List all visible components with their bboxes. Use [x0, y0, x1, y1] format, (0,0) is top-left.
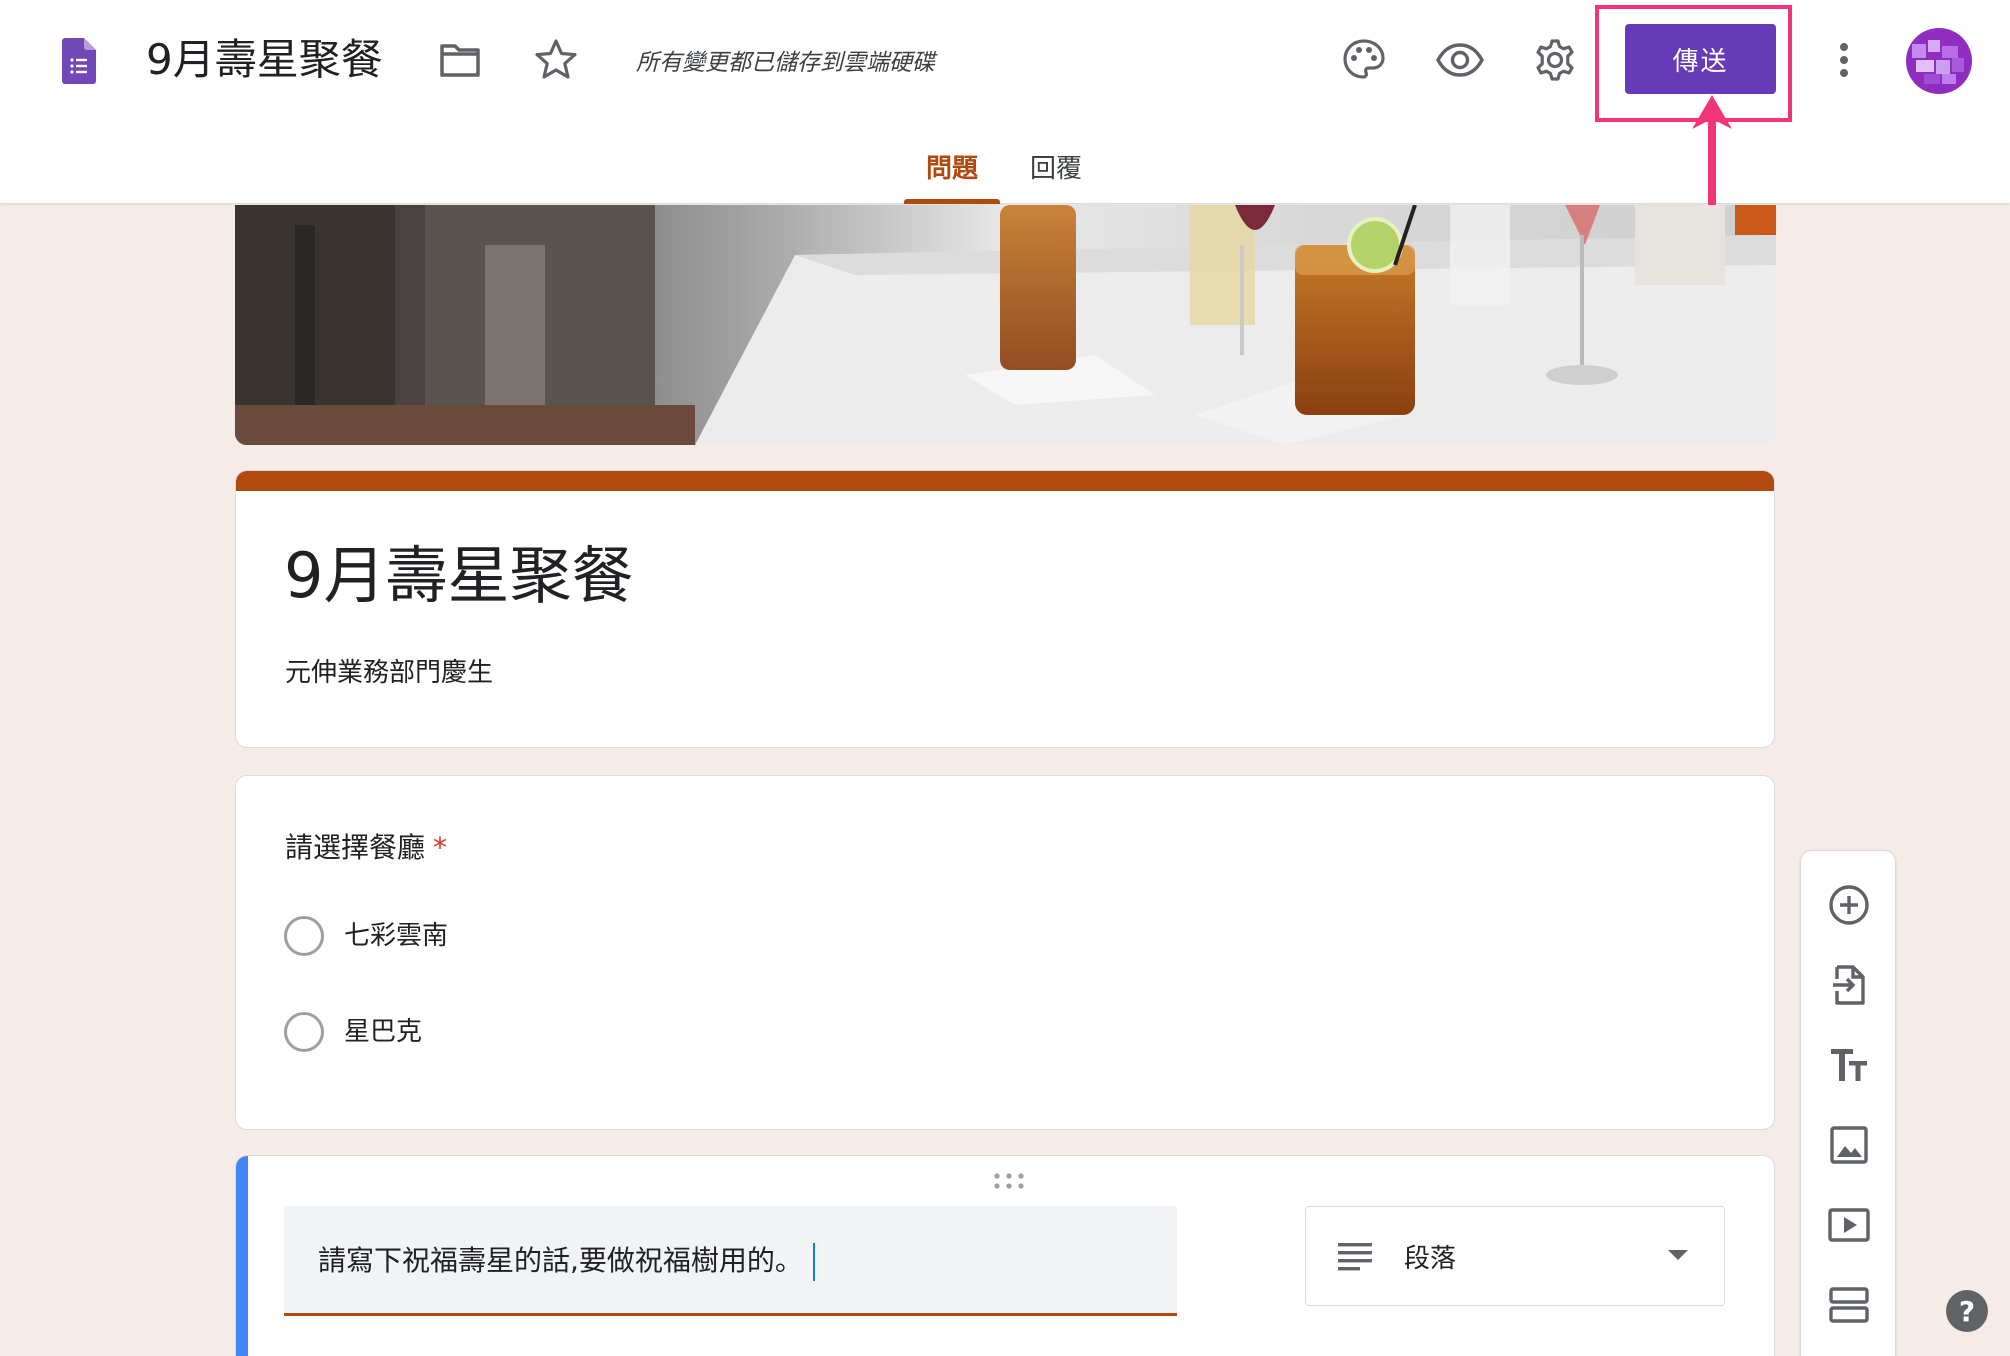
text-cursor — [812, 1243, 815, 1281]
folder-icon[interactable] — [438, 38, 482, 82]
add-section-icon[interactable] — [1825, 1281, 1873, 1329]
avatar[interactable] — [1906, 28, 1972, 94]
choice-option[interactable]: 七彩雲南 — [284, 916, 448, 956]
top-bar: 9月壽星聚餐 所有變更都已儲存到雲端硬碟 傳送 問題 回覆 — [0, 0, 2010, 205]
preview-button[interactable] — [1432, 32, 1488, 88]
choice-option[interactable]: 星巴克 — [284, 1012, 422, 1052]
question-card-blessing[interactable]: 請寫下祝福壽星的話,要做祝福樹用的。 段落 — [235, 1155, 1775, 1356]
send-button[interactable]: 傳送 — [1625, 24, 1776, 94]
floating-toolbar — [1800, 850, 1896, 1356]
question-title: 請選擇餐廳 * — [285, 826, 447, 870]
add-image-icon[interactable] — [1825, 1121, 1873, 1169]
customize-theme-button[interactable] — [1336, 32, 1392, 88]
form-title-card[interactable]: 9月壽星聚餐 元伸業務部門慶生 — [235, 470, 1775, 748]
question-title-input[interactable]: 請寫下祝福壽星的話,要做祝福樹用的。 — [284, 1206, 1177, 1316]
question-type-label: 段落 — [1404, 1243, 1457, 1274]
question-type-select[interactable]: 段落 — [1305, 1206, 1725, 1306]
help-button[interactable]: ? — [1946, 1290, 1988, 1332]
forms-logo-icon[interactable] — [62, 38, 96, 84]
required-asterisk: * — [433, 831, 448, 864]
add-title-icon[interactable] — [1825, 1041, 1873, 1089]
eye-icon — [1436, 43, 1484, 77]
header-image — [235, 205, 1776, 445]
save-status: 所有變更都已儲存到雲端硬碟 — [636, 50, 935, 76]
choice-label: 七彩雲南 — [344, 921, 449, 951]
drag-handle-icon[interactable] — [992, 1172, 1026, 1190]
star-icon[interactable] — [533, 36, 579, 82]
more-options-button[interactable] — [1816, 32, 1872, 88]
active-question-indicator — [236, 1156, 248, 1356]
radio-button[interactable] — [284, 1012, 324, 1052]
add-question-icon[interactable] — [1825, 881, 1873, 929]
theme-accent-bar — [236, 471, 1774, 491]
form-description[interactable]: 元伸業務部門慶生 — [285, 653, 493, 693]
settings-button[interactable] — [1527, 32, 1583, 88]
add-video-icon[interactable] — [1825, 1201, 1873, 1249]
question-title-text: 請選擇餐廳 — [285, 831, 426, 864]
more-vert-icon — [1840, 43, 1848, 77]
form-title[interactable]: 9月壽星聚餐 — [284, 533, 633, 619]
tab-questions[interactable]: 問題 — [904, 146, 1000, 204]
question-card-restaurant[interactable]: 請選擇餐廳 * 七彩雲南 星巴克 — [235, 775, 1775, 1130]
dropdown-arrow-icon — [1668, 1250, 1688, 1260]
tab-bar: 問題 回覆 — [0, 146, 2010, 204]
paragraph-icon — [1338, 1243, 1372, 1271]
question-title-value: 請寫下祝福壽星的話,要做祝福樹用的。 — [318, 1244, 803, 1277]
gear-icon — [1536, 39, 1574, 81]
palette-icon — [1343, 39, 1385, 79]
document-title[interactable]: 9月壽星聚餐 — [146, 30, 383, 90]
radio-button[interactable] — [284, 916, 324, 956]
choice-label: 星巴克 — [344, 1017, 423, 1047]
tab-responses[interactable]: 回覆 — [1020, 146, 1092, 204]
import-questions-icon[interactable] — [1825, 961, 1873, 1009]
